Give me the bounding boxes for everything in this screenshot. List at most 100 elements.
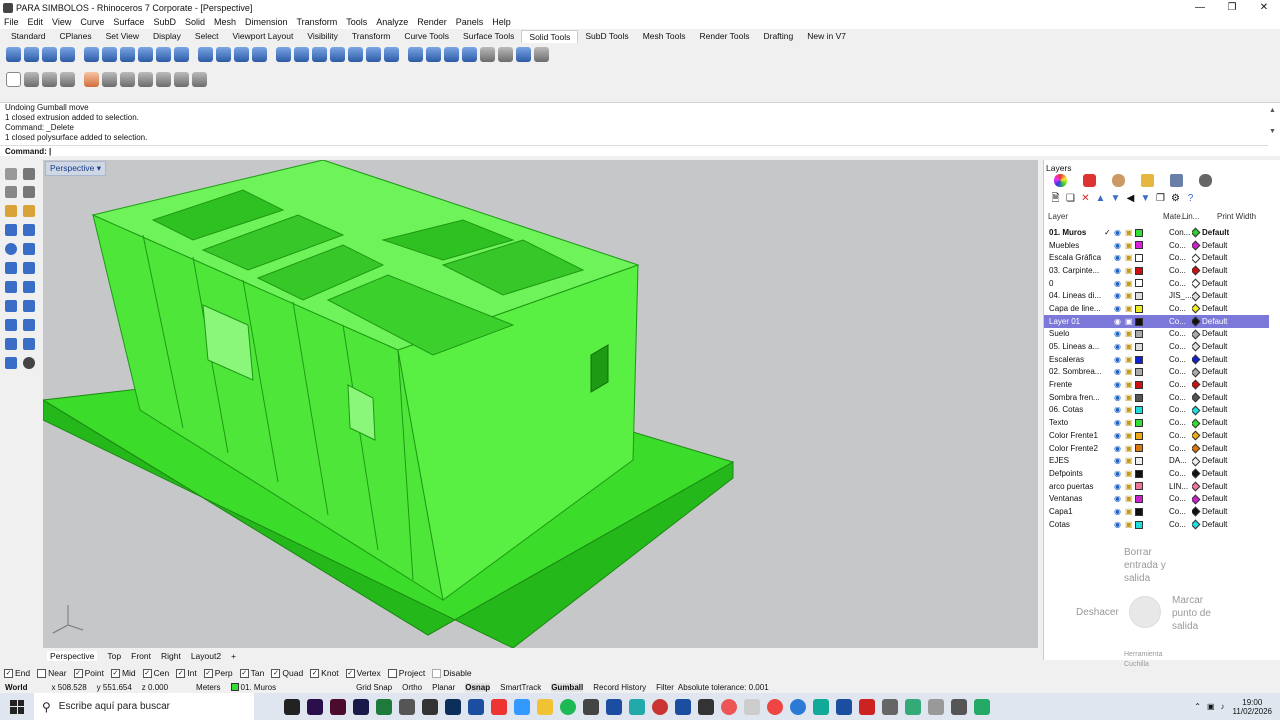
layer-name[interactable]: Layer 01	[1044, 314, 1104, 328]
properties-tab-icon[interactable]	[1054, 174, 1067, 187]
linetype-cell[interactable]: LIN...	[1169, 480, 1192, 493]
osnap-tan[interactable]: ✓ Tan	[239, 668, 264, 678]
visibility-bulb-icon[interactable]: ◉	[1114, 467, 1125, 480]
tab-standard[interactable]: Standard	[4, 30, 53, 43]
mesh-grid-icon[interactable]	[498, 46, 513, 62]
layer-row[interactable]: Color Frente1 ◉ ▣ Co... Default	[1044, 429, 1269, 442]
layer-row[interactable]: Capa1 ◉ ▣ Co... Default	[1044, 505, 1269, 518]
split-face-icon[interactable]	[330, 46, 345, 62]
print-width-cell[interactable]: Default	[1192, 264, 1269, 277]
taskbar-search[interactable]: ⚲ Escribe aquí para buscar	[34, 693, 254, 720]
layer-name[interactable]: Color Frente2	[1044, 442, 1104, 455]
linetype-cell[interactable]: Co...	[1169, 442, 1192, 455]
layer-color-swatch[interactable]	[1135, 404, 1155, 417]
layer-row[interactable]: 05. Lineas a... ◉ ▣ Co... Default	[1044, 340, 1269, 353]
current-check-icon[interactable]: ✓	[1104, 226, 1114, 239]
layer-color-swatch[interactable]	[1135, 467, 1155, 480]
osnap-quad[interactable]: ✓ Quad	[271, 668, 303, 678]
tab-render-tools[interactable]: Render Tools	[693, 30, 757, 43]
radial-option-delete-entry-exit[interactable]: Borrar entrada y salida	[1124, 546, 1184, 585]
current-layer[interactable]: 01. Muros	[230, 683, 287, 692]
material-cell[interactable]	[1155, 454, 1169, 467]
layer-color-swatch[interactable]	[1135, 239, 1155, 252]
tab-surface-tools[interactable]: Surface Tools	[456, 30, 521, 43]
lock-icon[interactable]: ▣	[1125, 378, 1135, 391]
layer-name[interactable]: Suelo	[1044, 328, 1104, 341]
layer-color-swatch[interactable]	[1135, 314, 1155, 328]
material-cell[interactable]	[1155, 328, 1169, 341]
print-width-cell[interactable]: Default	[1192, 239, 1269, 252]
material-cell[interactable]	[1155, 226, 1169, 239]
box-solid-icon[interactable]	[5, 224, 17, 236]
material-cell[interactable]	[1155, 429, 1169, 442]
revolve-icon[interactable]	[23, 262, 35, 274]
osnap-int[interactable]: ✓ Int	[176, 668, 197, 678]
print-width-cell[interactable]: Default	[1192, 226, 1269, 239]
clock[interactable]: 19:00 11/02/2026	[1233, 698, 1272, 716]
delete-layer-icon[interactable]: ✕	[1080, 193, 1091, 204]
current-check-icon[interactable]	[1104, 391, 1114, 404]
lock-icon[interactable]: ▣	[1125, 239, 1135, 252]
layer-color-swatch[interactable]	[1135, 429, 1155, 442]
toggle-gumball[interactable]: Gumball	[551, 682, 584, 692]
visibility-bulb-icon[interactable]: ◉	[1114, 366, 1125, 379]
app-icon[interactable]	[974, 698, 990, 715]
cylinder-solid-icon[interactable]	[5, 300, 17, 312]
material-cell[interactable]	[1155, 289, 1169, 302]
app-icon[interactable]	[721, 698, 737, 715]
render-tab-icon[interactable]	[1170, 174, 1183, 187]
linetype-cell[interactable]: Co...	[1169, 340, 1192, 353]
menu-solid[interactable]: Solid	[185, 17, 205, 27]
tab-mesh-tools[interactable]: Mesh Tools	[636, 30, 693, 43]
layer-color-swatch[interactable]	[1135, 264, 1155, 277]
panel-icon[interactable]	[60, 71, 75, 87]
visibility-bulb-icon[interactable]: ◉	[1114, 277, 1125, 290]
layer-color-swatch[interactable]	[1135, 340, 1155, 353]
print-width-cell[interactable]: Default	[1192, 505, 1269, 518]
material-cell[interactable]	[1155, 277, 1169, 290]
chevron-down-icon[interactable]: ▾	[97, 163, 101, 173]
toggle-osnap[interactable]: Osnap	[465, 682, 491, 692]
toggle-grid-snap[interactable]: Grid Snap	[356, 683, 392, 692]
after-effects-icon[interactable]	[353, 698, 369, 715]
current-check-icon[interactable]	[1104, 429, 1114, 442]
current-check-icon[interactable]	[1104, 251, 1114, 264]
app-icon[interactable]	[882, 698, 898, 715]
menu-file[interactable]: File	[4, 17, 19, 27]
layer-row[interactable]: 01. Muros ✓ ◉ ▣ Con... Default	[1044, 226, 1269, 239]
layer-name[interactable]: 01. Muros	[1044, 226, 1104, 239]
lock-icon[interactable]: ▣	[1125, 505, 1135, 518]
material-cell[interactable]	[1155, 239, 1169, 252]
osnap-disable[interactable]: Disable	[432, 668, 472, 678]
layer-color-swatch[interactable]	[1135, 492, 1155, 505]
photoshop-icon[interactable]	[445, 698, 461, 715]
lock-icon[interactable]: ▣	[1125, 251, 1135, 264]
current-check-icon[interactable]	[1104, 314, 1114, 328]
visibility-bulb-icon[interactable]: ◉	[1114, 442, 1125, 455]
dimension-tool-icon[interactable]	[138, 71, 153, 87]
menu-edit[interactable]: Edit	[28, 17, 44, 27]
layer-row[interactable]: Suelo ◉ ▣ Co... Default	[1044, 328, 1269, 341]
boolean-difference-icon[interactable]	[24, 46, 39, 62]
linetype-cell[interactable]: Co...	[1169, 505, 1192, 518]
layer-name[interactable]: 04. Lineas di...	[1044, 289, 1104, 302]
tab-drafting[interactable]: Drafting	[756, 30, 800, 43]
visibility-bulb-icon[interactable]: ◉	[1114, 251, 1125, 264]
cone-icon[interactable]	[156, 46, 171, 62]
visibility-bulb-icon[interactable]: ◉	[1114, 518, 1125, 531]
restore-icon[interactable]: ❐	[1216, 0, 1248, 15]
tab-set-view[interactable]: Set View	[99, 30, 146, 43]
layer-color-swatch[interactable]	[1135, 289, 1155, 302]
layer-name[interactable]: Cotas	[1044, 518, 1104, 531]
layer-name[interactable]: Defpoints	[1044, 467, 1104, 480]
material-cell[interactable]	[1155, 302, 1169, 315]
layer-color-swatch[interactable]	[1135, 391, 1155, 404]
print-width-cell[interactable]: Default	[1192, 429, 1269, 442]
make-hole-icon[interactable]	[384, 46, 399, 62]
layer-row[interactable]: 02. Sombrea... ◉ ▣ Co... Default	[1044, 366, 1269, 379]
app-icon[interactable]	[514, 698, 530, 715]
fold-face-icon[interactable]	[348, 46, 363, 62]
layer-name[interactable]: Muebles	[1044, 239, 1104, 252]
radial-option-knife-tool[interactable]: Herramienta Cuchilla	[1124, 650, 1174, 670]
material-cell[interactable]	[1155, 492, 1169, 505]
